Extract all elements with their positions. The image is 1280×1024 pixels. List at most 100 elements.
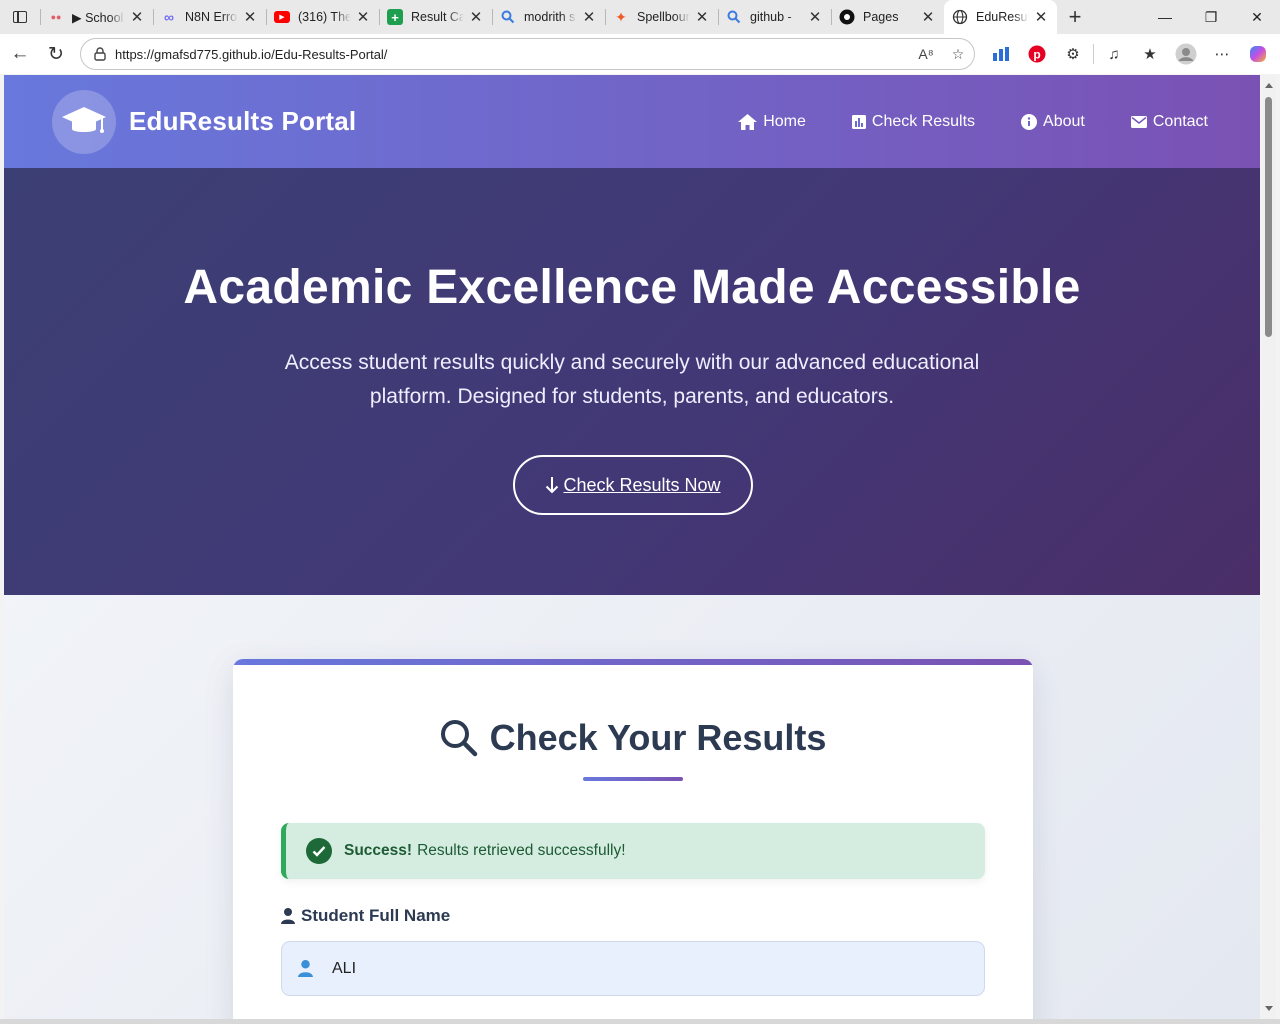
read-aloud-icon[interactable]: A⁸ xyxy=(910,46,942,62)
browser-tab[interactable]: ∞ N8N Error ✕ xyxy=(153,0,266,34)
close-icon[interactable]: ✕ xyxy=(581,9,597,26)
url-text: https://gmafsd775.github.io/Edu-Results-… xyxy=(115,46,388,62)
nav-home[interactable]: Home xyxy=(738,113,806,131)
tab-title: N8N Error xyxy=(185,10,238,24)
address-toolbar: ← ↻ https://gmafsd775.github.io/Edu-Resu… xyxy=(0,34,1280,74)
github-tab-icon xyxy=(839,9,855,25)
profile-avatar[interactable] xyxy=(1168,36,1204,72)
main-nav: Home Check Results About Contact xyxy=(738,75,1208,168)
youtube-tab-icon: ▶ xyxy=(274,11,290,23)
site-info-icon[interactable] xyxy=(93,47,107,61)
scrollbar-thumb[interactable] xyxy=(1265,97,1272,337)
title-underline xyxy=(583,777,683,781)
scroll-down-arrow[interactable] xyxy=(1265,1006,1273,1011)
globe-tab-icon xyxy=(952,9,968,25)
restore-button[interactable]: ❐ xyxy=(1188,0,1234,34)
spellbound-tab-icon: ✦ xyxy=(615,8,627,25)
check-results-now-button[interactable]: Check Results Now xyxy=(513,455,753,515)
success-alert: Success! Results retrieved successfully! xyxy=(281,823,985,879)
browser-tab[interactable]: modrith s ✕ xyxy=(492,0,605,34)
close-icon[interactable]: ✕ xyxy=(355,9,371,26)
browser-tools: p ⚙ ♫ ★ ⋯ xyxy=(983,34,1276,74)
nav-about-label: About xyxy=(1043,112,1085,130)
arrow-down-icon xyxy=(546,477,559,494)
check-results-now-label: Check Results Now xyxy=(563,474,721,495)
results-card-title-text: Check Your Results xyxy=(489,717,827,758)
copilot-icon[interactable] xyxy=(1240,36,1276,72)
nav-check-results-label: Check Results xyxy=(871,112,976,130)
user-icon xyxy=(281,908,295,924)
search-tab-icon xyxy=(726,9,742,25)
results-card-title: Check Your Results xyxy=(233,717,1033,759)
results-card: Check Your Results Success! Results retr… xyxy=(233,659,1033,1019)
pinterest-icon[interactable]: p xyxy=(1019,36,1055,72)
scroll-up-arrow[interactable] xyxy=(1265,83,1273,88)
student-name-label-text: Student Full Name xyxy=(301,906,451,925)
student-name-field[interactable] xyxy=(281,941,985,996)
browser-tab[interactable]: ●● ▶ School ✕ xyxy=(40,0,153,34)
sheets-tab-icon: + xyxy=(387,9,403,25)
tab-actions-icon xyxy=(13,11,27,23)
close-icon[interactable]: ✕ xyxy=(920,9,936,26)
close-icon[interactable]: ✕ xyxy=(1033,9,1049,26)
nav-contact-label: Contact xyxy=(1152,112,1208,130)
alert-strong: Success! xyxy=(344,842,413,859)
student-name-input[interactable] xyxy=(332,959,932,978)
apps-icon[interactable] xyxy=(983,36,1019,72)
more-menu-icon[interactable]: ⋯ xyxy=(1204,36,1240,72)
browser-tab-bar: ●● ▶ School ✕ ∞ N8N Error ✕ ▶ (316) The … xyxy=(0,0,1280,34)
favorites-icon[interactable]: ★ xyxy=(1132,36,1168,72)
refresh-button[interactable]: ↻ xyxy=(38,36,74,72)
nav-check-results[interactable]: Check Results xyxy=(851,112,976,131)
hero-section: Academic Excellence Made Accessible Acce… xyxy=(4,168,1260,595)
tab-title: Pages xyxy=(863,10,899,24)
tab-title: github - xyxy=(750,10,792,24)
close-icon[interactable]: ✕ xyxy=(242,9,258,26)
browser-tab[interactable]: ✦ Spellboun ✕ xyxy=(605,0,718,34)
home-icon xyxy=(738,113,758,130)
close-window-button[interactable]: ✕ xyxy=(1234,0,1280,34)
tab-title: Result Car xyxy=(411,10,464,24)
favorite-star-icon[interactable]: ☆ xyxy=(942,46,974,63)
close-icon[interactable]: ✕ xyxy=(694,9,710,26)
address-bar[interactable]: https://gmafsd775.github.io/Edu-Results-… xyxy=(80,38,975,70)
window-controls: — ❐ ✕ xyxy=(1142,0,1280,34)
page-viewport: EduResults Portal Home Check Results Abo… xyxy=(4,75,1260,1019)
tab-title: (316) The xyxy=(298,10,351,24)
tab-title: EduResult xyxy=(976,10,1029,24)
browser-tab[interactable]: github - ✕ xyxy=(718,0,831,34)
extensions-icon[interactable]: ⚙ xyxy=(1055,36,1091,72)
browser-tab-active[interactable]: EduResult ✕ xyxy=(944,0,1057,34)
site-header: EduResults Portal Home Check Results Abo… xyxy=(4,75,1260,168)
n8n-tab-icon: ∞ xyxy=(164,9,174,25)
card-accent-bar xyxy=(233,659,1033,665)
close-icon[interactable]: ✕ xyxy=(807,9,823,26)
graduation-cap-icon xyxy=(52,89,116,154)
svg-text:p: p xyxy=(1033,48,1040,62)
brand-name[interactable]: EduResults Portal xyxy=(129,106,356,137)
nav-about[interactable]: About xyxy=(1021,113,1085,131)
new-tab-button[interactable]: + xyxy=(1057,0,1093,34)
window-bottom-edge xyxy=(0,1019,1280,1024)
minimize-button[interactable]: — xyxy=(1142,0,1188,34)
hero-subtitle: Access student results quickly and secur… xyxy=(284,351,980,408)
tab-title: ▶ School xyxy=(72,10,124,25)
page-scrollbar[interactable] xyxy=(1262,75,1276,1019)
envelope-icon xyxy=(1130,115,1147,128)
close-icon[interactable]: ✕ xyxy=(129,9,145,26)
back-button[interactable]: ← xyxy=(2,36,38,72)
media-control-icon[interactable]: ♫ xyxy=(1096,36,1132,72)
search-tab-icon xyxy=(500,9,516,25)
chart-icon xyxy=(851,114,866,129)
close-icon[interactable]: ✕ xyxy=(468,9,484,26)
tab-actions-button[interactable] xyxy=(0,0,40,34)
hero-title: Academic Excellence Made Accessible xyxy=(183,261,1081,314)
user-icon xyxy=(296,960,314,977)
nav-contact[interactable]: Contact xyxy=(1130,112,1208,131)
check-circle-icon xyxy=(306,838,332,864)
info-icon xyxy=(1021,113,1038,130)
browser-tab[interactable]: ▶ (316) The ✕ xyxy=(266,0,379,34)
browser-tab[interactable]: + Result Car ✕ xyxy=(379,0,492,34)
browser-tab[interactable]: Pages ✕ xyxy=(831,0,944,34)
nav-home-label: Home xyxy=(763,112,806,130)
